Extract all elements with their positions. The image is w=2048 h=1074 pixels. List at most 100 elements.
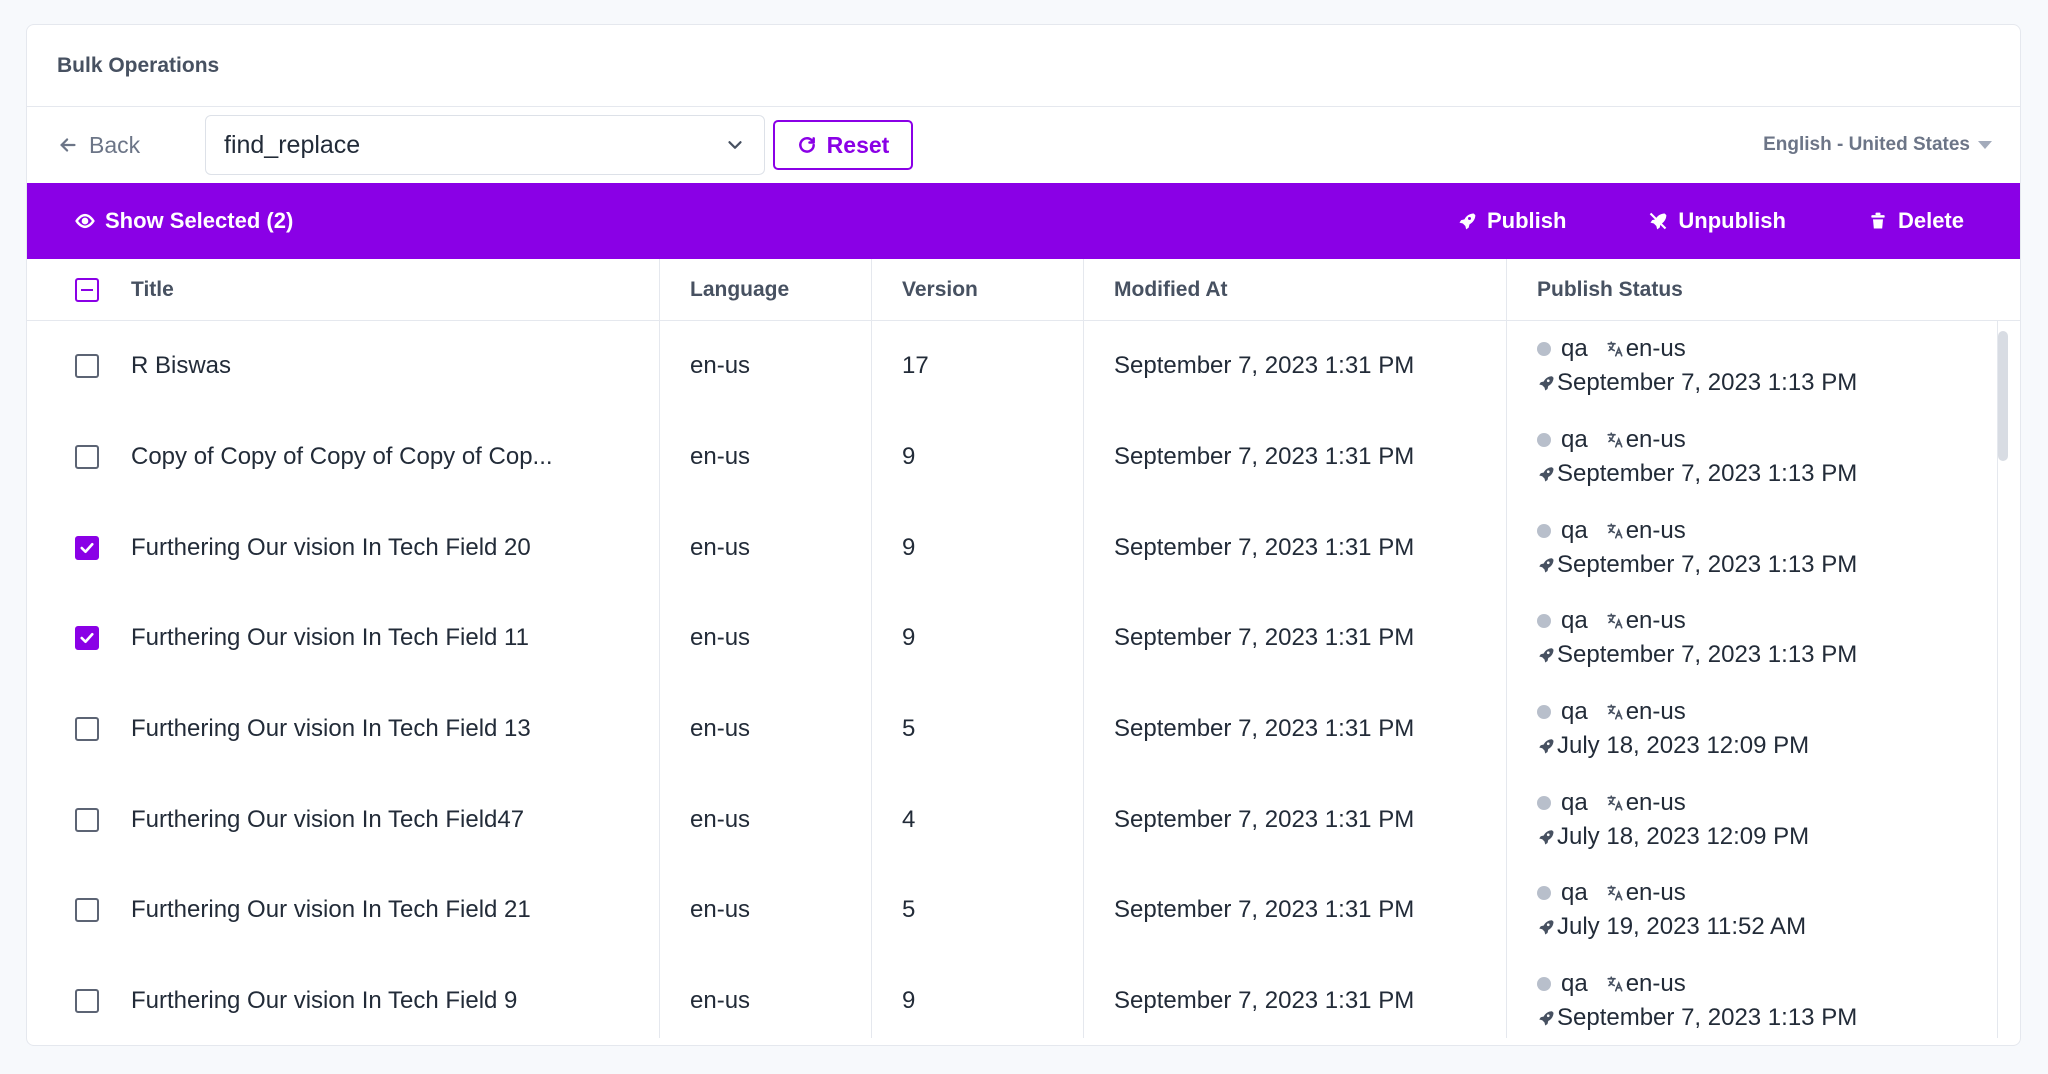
row-checkbox[interactable] — [75, 626, 99, 651]
publish-environment-line: qa en-us — [1537, 698, 1686, 726]
publish-date: September 7, 2023 1:13 PM — [1557, 1004, 1858, 1032]
table-row[interactable]: Furthering Our vision In Tech Field 13 e… — [27, 683, 2020, 775]
table-row[interactable]: Furthering Our vision In Tech Field 11 e… — [27, 593, 2020, 684]
toolbar: Back find_replace Reset English - United… — [27, 107, 2020, 183]
cell-language: en-us — [660, 593, 872, 684]
translate-icon — [1607, 341, 1623, 357]
publish-language: en-us — [1625, 788, 1686, 816]
row-checkbox[interactable] — [75, 354, 99, 379]
check-icon — [80, 633, 94, 644]
publish-date: September 7, 2023 1:13 PM — [1557, 460, 1858, 488]
scrollbar-thumb[interactable] — [1998, 331, 2008, 461]
table-scrollbar[interactable] — [1998, 321, 2008, 1038]
cell-language: en-us — [660, 865, 872, 956]
unpublish-button[interactable]: Unpublish — [1648, 208, 1786, 234]
status-dot-icon — [1537, 977, 1551, 992]
cell-version: 17 — [872, 321, 1084, 412]
translate-icon — [1607, 523, 1623, 539]
translate-icon — [1607, 795, 1623, 811]
rocket-icon — [1539, 557, 1554, 573]
table-row[interactable]: Furthering Our vision In Tech Field 21 e… — [27, 865, 2020, 956]
cell-version: 9 — [872, 411, 1084, 503]
cell-modified: September 7, 2023 1:31 PM — [1084, 502, 1507, 594]
table-row[interactable]: Furthering Our vision In Tech Field 20 e… — [27, 502, 2020, 594]
entry-title[interactable]: Furthering Our vision In Tech Field 9 — [131, 987, 517, 1015]
environment-name: qa — [1561, 426, 1588, 454]
cell-modified: September 7, 2023 1:31 PM — [1084, 865, 1507, 956]
publish-language: en-us — [1625, 426, 1686, 454]
rocket-icon — [1459, 213, 1476, 230]
cell-language: en-us — [660, 502, 872, 594]
show-selected-label: Show Selected (2) — [105, 208, 294, 233]
cell-publish-status: qa en-us September 7, 2023 1:13 PM — [1507, 502, 2020, 593]
status-dot-icon — [1537, 433, 1551, 448]
table-row[interactable]: R Biswas en-us 17 September 7, 2023 1:31… — [27, 321, 2020, 412]
rocket-icon — [1539, 648, 1554, 663]
publish-label: Publish — [1486, 208, 1567, 233]
entry-version: 9 — [902, 987, 916, 1015]
table-row[interactable]: Furthering Our vision In Tech Field47 en… — [27, 774, 2020, 866]
operation-select[interactable]: find_replace — [205, 115, 765, 175]
column-header-publish-status: Publish Status — [1507, 259, 2020, 320]
publish-date-line: September 7, 2023 1:13 PM — [1537, 1004, 1857, 1032]
refresh-icon — [798, 137, 815, 153]
locale-dropdown[interactable]: English - United States — [1763, 134, 1992, 156]
row-checkbox[interactable] — [75, 445, 99, 470]
row-checkbox[interactable] — [75, 717, 99, 742]
entry-title[interactable]: Furthering Our vision In Tech Field 13 — [131, 715, 531, 743]
translate-icon — [1607, 613, 1623, 629]
cell-title: Furthering Our vision In Tech Field 11 — [27, 593, 660, 684]
reset-button[interactable]: Reset — [773, 120, 913, 170]
entry-title[interactable]: Furthering Our vision In Tech Field 20 — [131, 534, 531, 562]
cell-title: Furthering Our vision In Tech Field 9 — [27, 955, 660, 1038]
entry-version: 4 — [902, 805, 916, 833]
status-dot-icon — [1537, 523, 1551, 538]
cell-language: en-us — [660, 683, 872, 775]
cell-version: 5 — [872, 683, 1084, 775]
entry-title[interactable]: Furthering Our vision In Tech Field 11 — [131, 624, 529, 652]
check-icon — [80, 542, 94, 553]
entry-title[interactable]: Furthering Our vision In Tech Field 21 — [131, 896, 531, 924]
show-selected-button[interactable]: Show Selected (2) — [75, 208, 293, 234]
row-checkbox[interactable] — [75, 535, 99, 560]
cell-modified: September 7, 2023 1:31 PM — [1084, 955, 1507, 1038]
table-row[interactable]: Furthering Our vision In Tech Field 9 en… — [27, 955, 2020, 1038]
publish-environment-line: qa en-us — [1537, 517, 1686, 545]
publish-language-tag: en-us — [1606, 789, 1686, 817]
entry-language: en-us — [690, 352, 751, 380]
entry-title[interactable]: Copy of Copy of Copy of Copy of Cop... — [131, 443, 553, 471]
table-row[interactable]: Copy of Copy of Copy of Copy of Cop... e… — [27, 411, 2020, 503]
entry-version: 5 — [902, 896, 916, 924]
cell-version: 9 — [872, 955, 1084, 1038]
publish-date: July 18, 2023 12:09 PM — [1557, 822, 1810, 850]
entry-version: 9 — [902, 533, 916, 561]
cell-language: en-us — [660, 321, 872, 412]
publish-date-line: July 18, 2023 12:09 PM — [1537, 823, 1809, 851]
publish-date-line: September 7, 2023 1:13 PM — [1537, 460, 1857, 488]
back-button[interactable]: Back — [57, 132, 173, 159]
cell-title: R Biswas — [27, 321, 660, 412]
cell-publish-status: qa en-us September 7, 2023 1:13 PM — [1507, 321, 2020, 412]
environment-name: qa — [1561, 516, 1588, 544]
column-publish-status-label: Publish Status — [1537, 277, 1683, 301]
row-checkbox[interactable] — [75, 898, 99, 923]
translate-icon — [1607, 976, 1623, 992]
publish-language: en-us — [1625, 335, 1686, 363]
entry-title[interactable]: Furthering Our vision In Tech Field47 — [131, 806, 524, 834]
row-checkbox[interactable] — [75, 989, 99, 1014]
card-header: Bulk Operations — [27, 25, 2020, 107]
select-all-checkbox[interactable] — [75, 277, 99, 302]
cell-version: 5 — [872, 865, 1084, 956]
delete-button[interactable]: Delete — [1868, 208, 1964, 234]
publish-button[interactable]: Publish — [1457, 208, 1566, 234]
publish-language-tag: en-us — [1606, 879, 1686, 907]
cell-modified: September 7, 2023 1:31 PM — [1084, 411, 1507, 503]
status-dot-icon — [1537, 342, 1551, 357]
entry-title[interactable]: R Biswas — [131, 352, 231, 380]
table-header: Title Language Version Modified At Publi… — [27, 259, 2020, 321]
operation-select-value: find_replace — [224, 130, 361, 159]
rocket-off-icon — [1650, 212, 1667, 230]
row-checkbox[interactable] — [75, 807, 99, 832]
entry-modified-at: September 7, 2023 1:31 PM — [1114, 624, 1415, 652]
cell-publish-status: qa en-us September 7, 2023 1:13 PM — [1507, 412, 2020, 503]
